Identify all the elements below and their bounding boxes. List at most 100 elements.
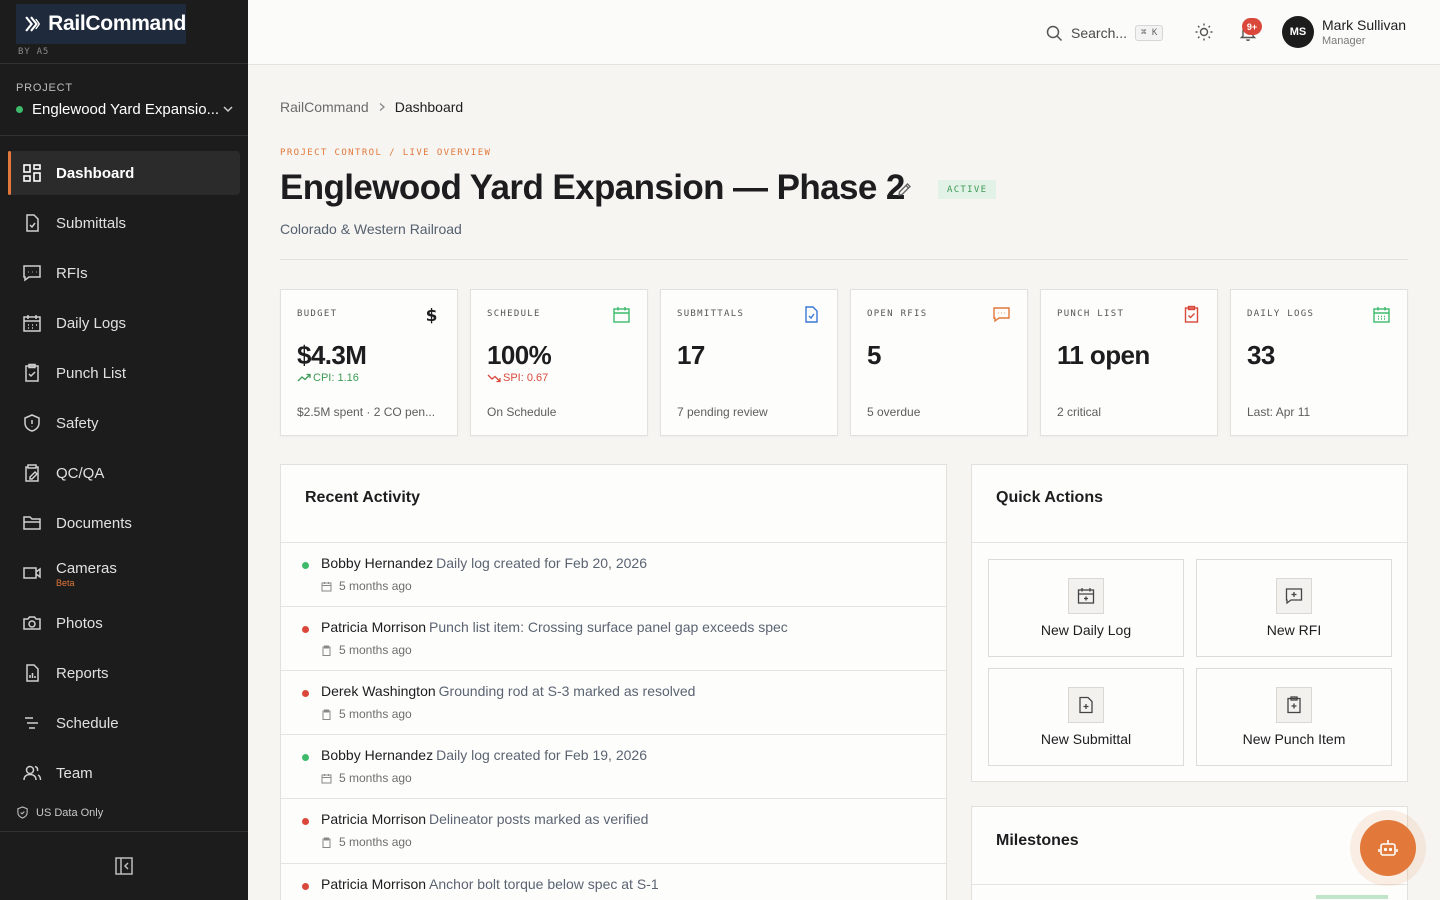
robot-icon — [1378, 840, 1398, 856]
search-button[interactable]: Search... ⌘ K — [1046, 20, 1164, 46]
quick-action-label: New Submittal — [1040, 731, 1132, 747]
list-item[interactable]: Derek Washington Grounding rod at S-3 mar… — [281, 670, 946, 734]
activity-time: 5 months ago — [321, 579, 412, 593]
search-placeholder: Search... — [1071, 25, 1128, 41]
sidebar-item-label: Reports — [56, 664, 109, 682]
sidebar-item-label: Daily Logs — [56, 314, 127, 332]
kpi-value: 100% — [487, 340, 552, 370]
icon-box — [1068, 578, 1104, 614]
breadcrumb-root[interactable]: RailCommand — [280, 99, 369, 115]
sidebar-item-team[interactable]: Team — [8, 751, 240, 795]
kpi-card-open-rfis[interactable]: OPEN RFIS 5 5 overdue — [850, 289, 1028, 436]
sidebar-item-punch-list[interactable]: Punch List — [8, 351, 240, 395]
sidebar-item-label: Safety — [56, 414, 99, 432]
sidebar-collapse-icon[interactable] — [114, 856, 134, 876]
data-residency-notice: US Data Only — [16, 806, 103, 819]
quick-actions-panel: Quick Actions New Daily Log New RFI New … — [971, 464, 1408, 782]
sidebar-item-label: Cameras — [56, 559, 117, 577]
kpi-value: $4.3M — [297, 340, 367, 370]
status-dot — [302, 626, 309, 633]
list-item[interactable]: Patricia Morrison Punch list item: Crossi… — [281, 606, 946, 670]
status-dot — [302, 883, 309, 890]
kpi-card-budget[interactable]: BUDGET $ $4.3M CPI: 1.16 $2.5M spent · 2… — [280, 289, 458, 436]
new-submittal-button[interactable]: New Submittal — [988, 668, 1184, 766]
user-name[interactable]: Mark Sullivan — [1322, 17, 1406, 33]
kpi-footnote: On Schedule — [487, 405, 557, 419]
sidebar-item-safety[interactable]: Safety — [8, 401, 240, 445]
sidebar-item-rfis[interactable]: RFIs — [8, 251, 240, 295]
svg-text:$: $ — [426, 306, 438, 324]
sidebar-item-submittals[interactable]: Submittals — [8, 201, 240, 245]
kpi-label: PUNCH LIST — [1057, 309, 1125, 319]
message-square-icon — [993, 307, 1010, 323]
new-punch-item-button[interactable]: New Punch Item — [1196, 668, 1392, 766]
list-item[interactable]: Patricia Morrison Anchor bolt torque belo… — [281, 863, 946, 900]
pencil-icon[interactable] — [896, 181, 913, 198]
trending-up-icon — [297, 373, 311, 382]
avatar[interactable]: MS — [1282, 16, 1314, 48]
list-item[interactable]: Bobby Hernandez Daily log created for Feb… — [281, 734, 946, 798]
assistant-fab-button[interactable] — [1360, 820, 1416, 876]
sidebar-divider — [0, 831, 248, 832]
brand-logo[interactable]: RailCommand — [16, 4, 186, 44]
kpi-card-schedule[interactable]: SCHEDULE 100% SPI: 0.67 On Schedule — [470, 289, 648, 436]
dollar-icon: $ — [426, 306, 438, 324]
kpi-card-submittals[interactable]: SUBMITTALS 17 7 pending review — [660, 289, 838, 436]
sidebar-item-photos[interactable]: Photos — [8, 601, 240, 645]
kpi-value: 5 — [867, 340, 881, 370]
kpi-trend: CPI: 1.16 — [297, 372, 359, 384]
activity-time-text: 5 months ago — [339, 835, 412, 849]
page-eyebrow: PROJECT CONTROL / LIVE OVERVIEW — [280, 148, 492, 158]
file-check-icon — [805, 306, 818, 323]
file-plus-icon — [1079, 696, 1093, 714]
sidebar-nav: Dashboard Submittals RFIs Daily Logs Pun… — [8, 151, 240, 801]
chevron-down-icon — [223, 106, 233, 113]
sidebar-item-schedule[interactable]: Schedule — [8, 701, 240, 745]
sidebar-item-dashboard[interactable]: Dashboard — [8, 151, 240, 195]
sidebar-item-daily-logs[interactable]: Daily Logs — [8, 301, 240, 345]
activity-time-text: 5 months ago — [339, 707, 412, 721]
calendar-icon — [23, 315, 41, 332]
sidebar-item-label: Schedule — [56, 714, 119, 732]
list-item[interactable]: Bobby Hernandez Daily log created for Feb… — [281, 542, 946, 606]
clipboard-icon — [25, 363, 39, 382]
status-dot — [302, 818, 309, 825]
kpi-label: DAILY LOGS — [1247, 309, 1315, 319]
sidebar-item-qc-qa[interactable]: QC/QA — [8, 451, 240, 495]
activity-line: Patricia Morrison Delineator posts marked… — [321, 811, 648, 827]
project-name: Englewood Yard Expansio... — [32, 100, 220, 118]
sidebar-item-label: Documents — [56, 514, 132, 532]
activity-line: Derek Washington Grounding rod at S-3 mar… — [321, 683, 695, 699]
sidebar-item-documents[interactable]: Documents — [8, 501, 240, 545]
shield-check-icon — [17, 806, 28, 819]
sun-icon[interactable] — [1194, 22, 1214, 42]
list-item[interactable]: Patricia Morrison Delineator posts marked… — [281, 798, 946, 862]
kpi-card-daily-logs[interactable]: DAILY LOGS 33 Last: Apr 11 — [1230, 289, 1408, 436]
kpi-footnote: $2.5M spent · 2 CO pen... — [297, 405, 436, 419]
sidebar-item-cameras[interactable]: Cameras Beta — [8, 551, 240, 595]
data-residency-label: US Data Only — [36, 806, 104, 819]
beta-badge: Beta — [56, 578, 75, 588]
users-icon — [23, 765, 42, 781]
brand-sub: BY A5 — [18, 47, 50, 57]
list-icon — [25, 717, 38, 729]
activity-user: Patricia Morrison — [321, 619, 427, 635]
kpi-value: 11 open — [1057, 340, 1150, 370]
activity-line: Bobby Hernandez Daily log created for Feb… — [321, 555, 647, 571]
activity-time: 5 months ago — [321, 707, 412, 721]
trending-down-icon — [487, 374, 501, 383]
icon-box — [1276, 578, 1312, 614]
file-check-icon — [26, 214, 39, 232]
sidebar-item-label: RFIs — [56, 264, 88, 282]
new-daily-log-button[interactable]: New Daily Log — [988, 559, 1184, 657]
new-rfi-button[interactable]: New RFI — [1196, 559, 1392, 657]
activity-time: 5 months ago — [321, 643, 412, 657]
page-title: Englewood Yard Expansion — Phase 2 — [280, 168, 905, 207]
calendar-plus-icon — [1077, 588, 1095, 604]
activity-line: Patricia Morrison Punch list item: Crossi… — [321, 619, 788, 635]
breadcrumb: RailCommand Dashboard — [280, 99, 463, 115]
kpi-card-punch-list[interactable]: PUNCH LIST 11 open 2 critical — [1040, 289, 1218, 436]
sidebar-item-reports[interactable]: Reports — [8, 651, 240, 695]
user-role: Manager — [1322, 35, 1366, 47]
project-selector[interactable]: Englewood Yard Expansio... — [16, 98, 234, 120]
